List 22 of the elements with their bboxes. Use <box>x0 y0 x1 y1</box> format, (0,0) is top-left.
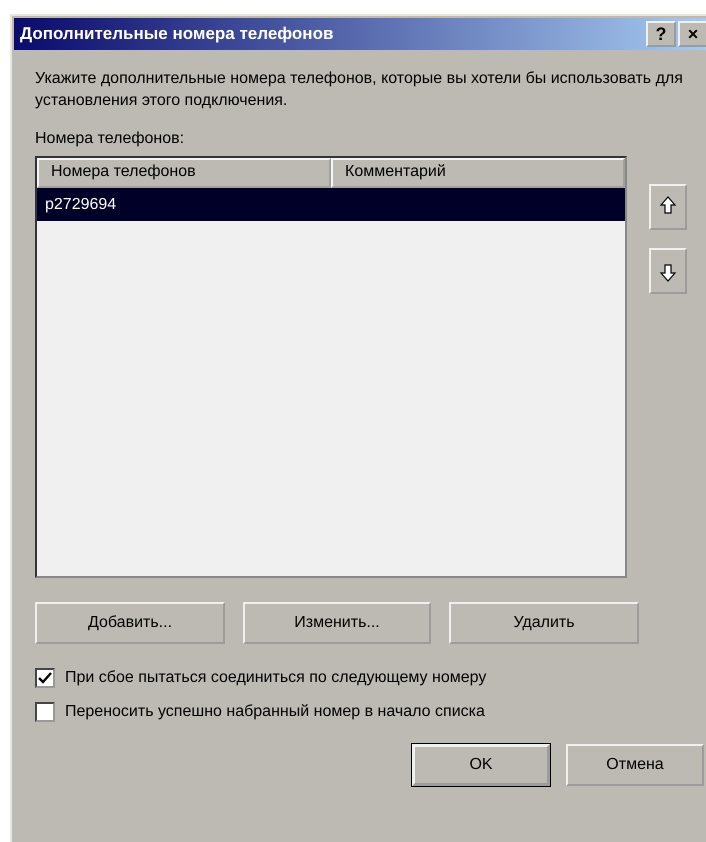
checkbox-label: Переносить успешно набранный номер в начало списка <box>65 703 485 721</box>
phone-list[interactable]: Номера телефонов Комментарий p2729694 <box>35 156 627 578</box>
list-label: Номера телефонов: <box>35 130 186 148</box>
edit-button[interactable]: Изменить... <box>243 602 431 644</box>
add-button[interactable]: Добавить... <box>35 602 225 644</box>
window-title: Дополнительные номера телефонов <box>20 24 334 44</box>
move-down-button[interactable] <box>649 248 687 294</box>
checkbox-label: При сбое пытаться соединиться по следующему номеру <box>65 669 486 687</box>
list-row[interactable]: p2729694 <box>37 188 625 221</box>
column-header[interactable]: Комментарий <box>331 158 625 188</box>
help-button[interactable]: ? <box>646 21 676 47</box>
column-header[interactable]: Номера телефонов <box>37 158 331 188</box>
move-up-button[interactable] <box>649 184 687 230</box>
checkbox[interactable] <box>35 702 55 722</box>
cancel-button[interactable]: Отмена <box>566 744 704 786</box>
description-text: Укажите дополнительные номера телефонов, которые вы хотели бы использовать для установления этого подключения. <box>35 69 684 111</box>
list-cell-text: p2729694 <box>44 196 118 214</box>
ok-button[interactable]: OK <box>412 744 550 786</box>
checkbox[interactable] <box>35 668 55 688</box>
check-icon <box>38 672 52 684</box>
delete-button[interactable]: Удалить <box>449 602 639 644</box>
close-button[interactable]: × <box>678 21 706 47</box>
